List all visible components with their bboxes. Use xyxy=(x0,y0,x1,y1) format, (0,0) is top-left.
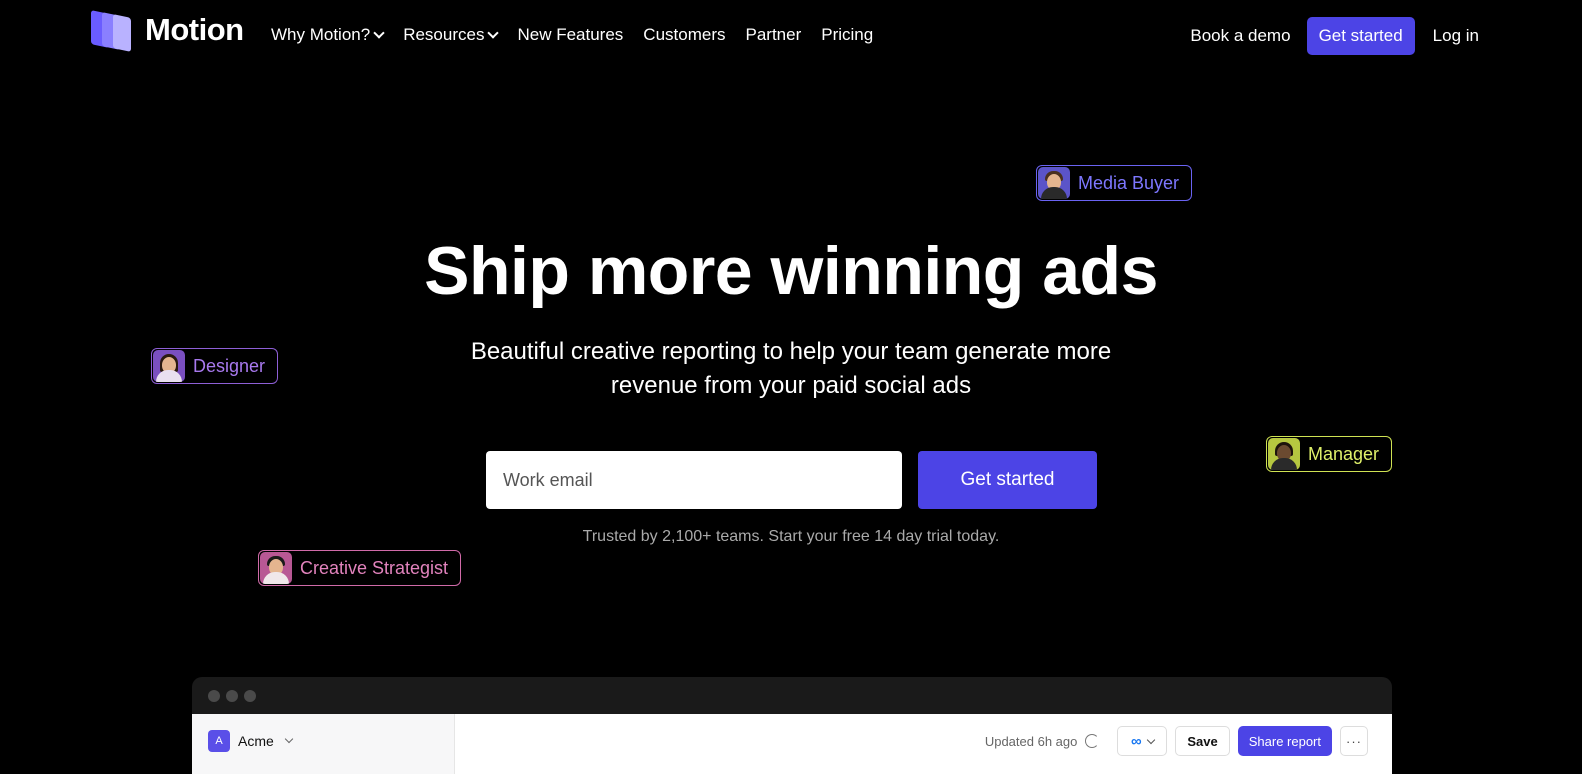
updated-status: Updated 6h ago xyxy=(984,733,1078,749)
avatar xyxy=(260,552,292,584)
book-demo-link[interactable]: Book a demo xyxy=(1190,26,1290,46)
window-dot xyxy=(226,689,238,702)
avatar xyxy=(1038,167,1070,199)
refresh-icon[interactable] xyxy=(1085,734,1100,748)
role-tag-media-buyer: Media Buyer xyxy=(1036,165,1193,201)
hero-subtitle: Beautiful creative reporting to help you… xyxy=(0,335,1582,403)
workspace-name: Acme xyxy=(238,733,274,749)
workspace-switcher[interactable]: A Acme xyxy=(208,730,294,752)
hero-title: Ship more winning ads xyxy=(424,233,1158,309)
hero-subtitle-line-2: revenue from your paid social ads xyxy=(610,372,972,399)
nav-partner[interactable]: Partner xyxy=(745,25,801,45)
report-toolbar: Updated 6h ago ∞ Save Share report ··· xyxy=(985,726,1368,756)
window-dot xyxy=(208,689,220,702)
nav-get-started-button[interactable]: Get started xyxy=(1306,17,1415,55)
workspace-badge: A xyxy=(208,730,230,752)
app-body: A Acme Updated 6h ago ∞ Save Share repor… xyxy=(192,714,1392,774)
nav-pricing-label: Pricing xyxy=(821,25,874,44)
platform-select[interactable]: ∞ xyxy=(1117,726,1168,756)
trust-text: Trusted by 2,100+ teams. Start your free… xyxy=(582,528,1000,545)
top-nav: Motion Why Motion? Resources New Feature… xyxy=(0,0,1582,70)
app-main: Updated 6h ago ∞ Save Share report ··· xyxy=(455,714,1392,774)
share-report-button[interactable]: Share report xyxy=(1237,726,1332,756)
nav-why-motion[interactable]: Why Motion? xyxy=(271,25,385,45)
brand-name: Motion xyxy=(145,12,244,47)
role-label: Manager xyxy=(1308,443,1380,464)
save-button[interactable]: Save xyxy=(1175,726,1230,756)
role-tag-creative-strategist: Creative Strategist xyxy=(258,550,462,586)
hero-get-started-button[interactable]: Get started xyxy=(918,451,1097,509)
window-titlebar xyxy=(192,677,1392,714)
app-preview-window: A Acme Updated 6h ago ∞ Save Share repor… xyxy=(192,677,1392,774)
nav-links: Why Motion? Resources New Features Custo… xyxy=(271,25,873,45)
nav-partner-label: Partner xyxy=(745,25,802,44)
chevron-down-icon xyxy=(284,734,294,744)
nav-why-motion-label: Why Motion? xyxy=(271,25,371,44)
more-options-icon[interactable]: ··· xyxy=(1340,726,1368,756)
role-tag-manager: Manager xyxy=(1266,436,1393,472)
chevron-down-icon xyxy=(1146,735,1155,744)
hero-subtitle-line-1: Beautiful creative reporting to help you… xyxy=(470,338,1112,365)
motion-logo[interactable]: Motion xyxy=(91,10,244,52)
app-sidebar: A Acme xyxy=(192,714,455,774)
login-link[interactable]: Log in xyxy=(1433,26,1479,46)
nav-customers-label: Customers xyxy=(643,25,726,44)
window-dot xyxy=(244,689,256,702)
avatar xyxy=(1268,438,1300,470)
nav-resources[interactable]: Resources xyxy=(403,25,500,45)
nav-resources-label: Resources xyxy=(403,25,485,44)
chevron-down-icon xyxy=(487,27,500,39)
role-label: Media Buyer xyxy=(1078,172,1180,193)
nav-customers[interactable]: Customers xyxy=(643,25,725,45)
nav-pricing[interactable]: Pricing xyxy=(821,25,873,45)
nav-actions: Book a demo Get started Log in xyxy=(1190,17,1479,55)
role-label: Creative Strategist xyxy=(300,557,449,578)
nav-new-features-label: New Features xyxy=(517,25,624,44)
motion-logo-icon xyxy=(91,10,135,52)
work-email-input[interactable] xyxy=(486,451,902,509)
chevron-down-icon xyxy=(373,27,385,39)
nav-new-features[interactable]: New Features xyxy=(517,25,623,45)
meta-icon: ∞ xyxy=(1131,732,1142,750)
